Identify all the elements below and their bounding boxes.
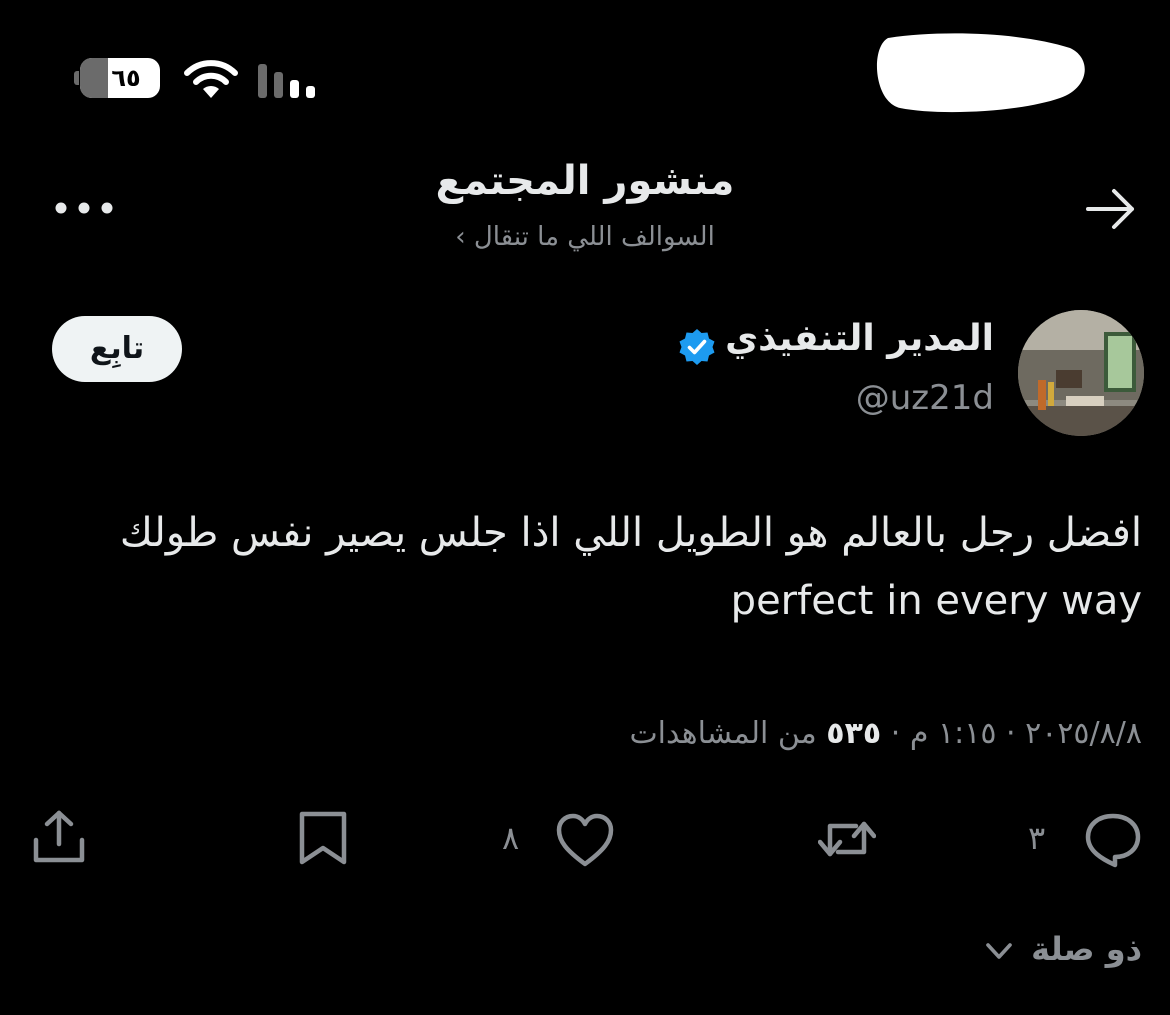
battery-level: ٦٥ <box>111 64 141 92</box>
like-count: ٨ <box>502 819 520 857</box>
more-horizontal-icon[interactable] <box>50 190 120 226</box>
author-handle[interactable]: @uz21d <box>790 378 994 418</box>
page-title: منشور المجتمع <box>435 158 735 204</box>
like-icon[interactable] <box>556 812 614 870</box>
bookmark-icon[interactable] <box>294 810 352 868</box>
avatar-image <box>1018 310 1144 436</box>
chevron-down-icon <box>986 943 1012 959</box>
related-posts-toggle[interactable]: ذو صلة <box>960 930 1142 980</box>
post-detail-screen: ٦٥ منشور المجتمع السوالف اللي ما تنقال › <box>0 0 1170 1015</box>
arrow-right-icon[interactable] <box>1082 184 1140 234</box>
post-date: ٢٠٢٥/٨/٨ <box>1025 716 1142 751</box>
repost-icon[interactable] <box>818 810 876 868</box>
cellular-signal-icon <box>258 64 315 98</box>
related-posts-label: ذو صلة <box>1031 930 1142 968</box>
meta-separator: · <box>890 716 901 751</box>
avatar[interactable] <box>1018 310 1144 436</box>
post-time: ١:١٥ م <box>909 716 997 751</box>
redaction-scribble <box>876 33 1085 113</box>
reply-icon[interactable] <box>1084 810 1142 868</box>
verified-badge-icon <box>679 329 715 365</box>
reply-count: ٣ <box>1028 819 1046 857</box>
post-text-line: perfect in every way <box>730 578 1142 624</box>
author-name[interactable]: المدير التنفيذي <box>700 318 994 359</box>
battery-indicator: ٦٥ <box>74 58 160 98</box>
views-count[interactable]: ٥٣٥ <box>826 716 881 751</box>
follow-button[interactable]: تابِع <box>52 316 182 382</box>
share-icon[interactable] <box>30 808 88 866</box>
battery-cap <box>74 71 79 85</box>
wifi-icon <box>184 60 238 98</box>
post-text-line: افضل رجل بالعالم هو الطويل اللي اذا جلس … <box>119 510 1142 556</box>
views-label: من المشاهدات <box>629 716 817 751</box>
meta-separator: · <box>1006 716 1016 751</box>
battery-shell: ٦٥ <box>80 58 160 98</box>
post-metadata: ٢٠٢٥/٨/٨ · ١:١٥ م · ٥٣٥ من المشاهدات <box>520 716 1142 751</box>
community-link[interactable]: السوالف اللي ما تنقال › <box>385 222 785 252</box>
